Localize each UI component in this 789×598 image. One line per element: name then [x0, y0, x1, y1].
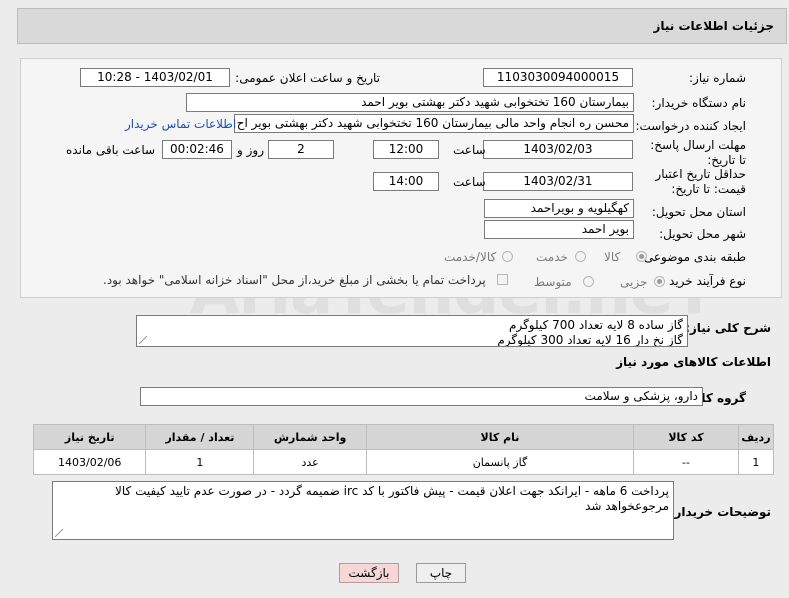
col-code-header: کد کالا — [633, 424, 739, 450]
category-goods-label: کالا — [604, 250, 621, 264]
deadline-time-field[interactable]: 12:00 — [373, 140, 439, 159]
buyer-notes-textarea[interactable]: پرداخت 6 ماهه - ایرانکد جهت اعلان قیمت -… — [52, 481, 674, 540]
announce-datetime-label: تاریخ و ساعت اعلان عمومی: — [235, 71, 380, 85]
buyer-org-label: نام دستگاه خریدار: — [651, 96, 747, 110]
goods-group-field[interactable]: دارو، پزشکی و سلامت — [140, 387, 703, 406]
province-label: استان محل تحویل: — [651, 205, 746, 219]
need-number-label: شماره نیاز: — [689, 71, 746, 85]
print-button[interactable]: چاپ — [416, 563, 466, 583]
description-textarea[interactable]: گاز ساده 8 لایه تعداد 700 کیلوگرم گاز نخ… — [136, 315, 688, 347]
purchase-small-label: جزیی — [620, 275, 648, 289]
deadline-time-label: ساعت — [453, 143, 486, 157]
category-goods-service-label: کالا/خدمت — [444, 250, 497, 264]
category-service-radio[interactable] — [575, 251, 586, 262]
back-button[interactable]: بازگشت — [339, 563, 399, 583]
col-row-header: ردیف — [737, 424, 775, 450]
need-number-field[interactable]: 1103030094000015 — [483, 68, 633, 87]
buyer-contact-link[interactable]: اطلاعات تماس خریدار — [125, 117, 236, 131]
purchase-type-label: نوع فرآیند خرید : — [661, 274, 746, 288]
col-name-header: نام کالا — [365, 424, 635, 450]
table-header-row: ردیف کد کالا نام کالا واحد شمارش تعداد /… — [32, 424, 775, 450]
time-remaining-label: ساعت باقی مانده — [66, 143, 156, 157]
price-validity-date-field[interactable]: 1403/02/31 — [483, 172, 633, 191]
price-validity-time-field[interactable]: 14:00 — [373, 172, 439, 191]
creator-field[interactable]: محسن ره انجام واحد مالی بیمارستان 160 تخ… — [234, 114, 634, 133]
purchase-medium-radio[interactable] — [583, 276, 594, 287]
cell-unit: عدد — [253, 449, 367, 475]
deadline-date-field[interactable]: 1403/02/03 — [483, 140, 633, 159]
days-remaining-field[interactable]: 2 — [268, 140, 334, 159]
table-row[interactable]: 1 -- گاز پانسمان عدد 1 1403/02/06 — [32, 449, 775, 475]
description-label: شرح کلی نیاز: — [685, 321, 771, 335]
city-label: شهر محل تحویل: — [659, 227, 746, 241]
buyer-org-field[interactable]: بیمارستان 160 تختخوابی شهید دکتر بهشتی ب… — [186, 93, 634, 112]
cell-quantity: 1 — [145, 449, 255, 475]
cell-code: -- — [633, 449, 739, 475]
goods-table: ردیف کد کالا نام کالا واحد شمارش تعداد /… — [32, 424, 775, 475]
time-remaining-field[interactable]: 00:02:46 — [162, 140, 232, 159]
creator-label: ایجاد کننده درخواست: — [635, 119, 746, 133]
deadline-label: مهلت ارسال پاسخ: تا تاریخ: — [650, 138, 746, 167]
description-line-2: گاز نخ دار 16 لایه تعداد 300 کیلوگرم — [497, 333, 683, 347]
category-goods-service-radio[interactable] — [502, 251, 513, 262]
description-line-1: گاز ساده 8 لایه تعداد 700 کیلوگرم — [509, 318, 683, 332]
treasury-checkbox[interactable] — [497, 274, 508, 285]
announce-datetime-field[interactable]: 1403/02/01 - 10:28 — [80, 68, 230, 87]
city-field[interactable]: بویر احمد — [484, 220, 634, 239]
goods-section-title: اطلاعات کالاهای مورد نیاز — [616, 355, 771, 369]
cell-date: 1403/02/06 — [32, 449, 147, 475]
purchase-small-radio[interactable] — [654, 276, 665, 287]
category-service-label: خدمت — [536, 250, 568, 264]
col-date-header: تاریخ نیاز — [32, 424, 147, 450]
page-header: جزئیات اطلاعات نیاز — [17, 8, 787, 44]
category-goods-radio[interactable] — [636, 251, 647, 262]
col-unit-header: واحد شمارش — [253, 424, 367, 450]
category-label: طبقه بندی موضوعی: — [639, 250, 746, 264]
cell-row: 1 — [737, 449, 775, 475]
price-validity-label: حداقل تاریخ اعتبار قیمت: تا تاریخ: — [655, 167, 746, 196]
days-label: روز و — [237, 143, 264, 157]
buyer-notes-label: توضیحات خریدار: — [669, 505, 771, 519]
province-field[interactable]: کهگیلویه و بویراحمد — [484, 199, 634, 218]
resize-grip-icon[interactable] — [139, 336, 147, 344]
buyer-notes-text: پرداخت 6 ماهه - ایرانکد جهت اعلان قیمت -… — [115, 484, 669, 513]
resize-grip-icon[interactable] — [55, 529, 63, 537]
cell-name: گاز پانسمان — [365, 449, 635, 475]
price-validity-time-label: ساعت — [453, 175, 486, 189]
page-title: جزئیات اطلاعات نیاز — [653, 19, 774, 33]
purchase-medium-label: متوسط — [534, 275, 572, 289]
col-quantity-header: تعداد / مقدار — [145, 424, 255, 450]
treasury-note: پرداخت تمام یا بخشی از مبلغ خرید،از محل … — [103, 273, 486, 287]
